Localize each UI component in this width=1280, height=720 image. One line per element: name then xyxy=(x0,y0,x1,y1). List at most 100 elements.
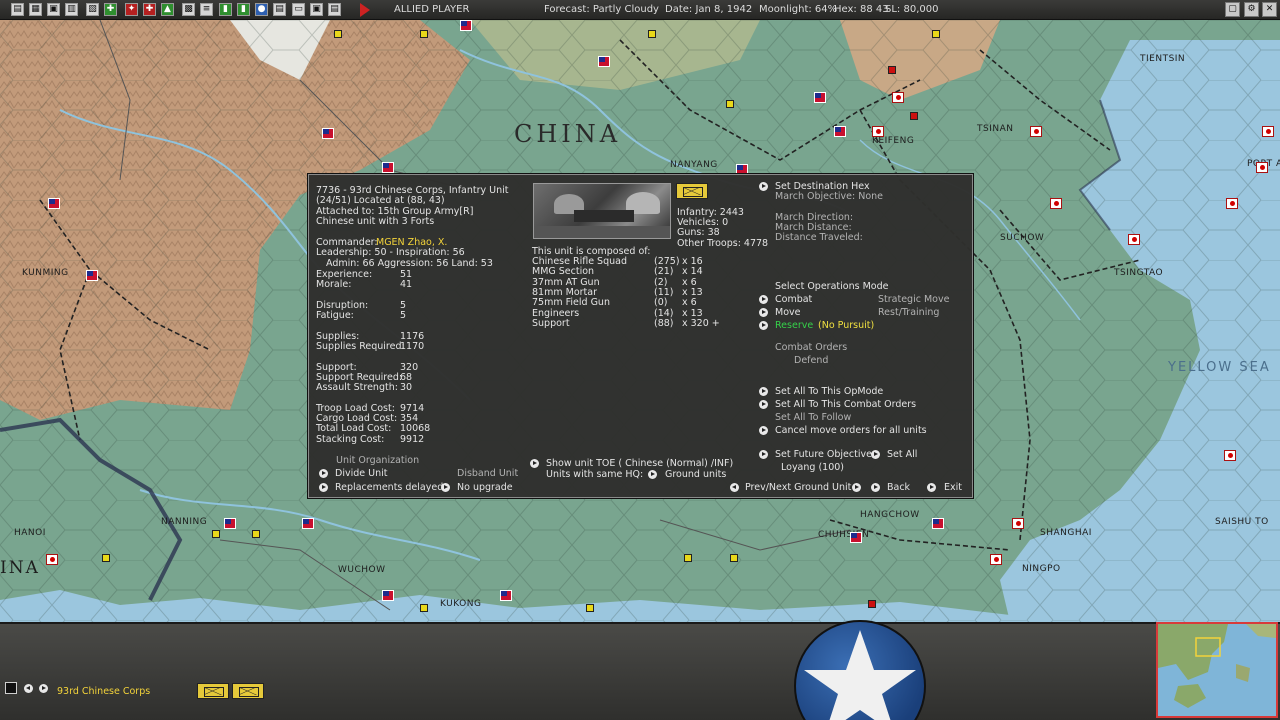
base-marker[interactable] xyxy=(252,530,260,538)
toolbar-button-4[interactable]: ▥ xyxy=(65,3,78,16)
set-all-opmode-button[interactable]: Set All To This OpMode xyxy=(775,386,883,397)
japanese-unit-marker[interactable] xyxy=(1262,126,1274,137)
japanese-unit-marker[interactable] xyxy=(1226,198,1238,209)
chinese-unit-marker[interactable] xyxy=(834,126,846,137)
japanese-unit-marker[interactable] xyxy=(1256,162,1268,173)
japanese-unit-marker[interactable] xyxy=(872,126,884,137)
chinese-unit-marker[interactable] xyxy=(224,518,236,529)
city-nanyang[interactable]: NANYANG xyxy=(670,160,718,170)
set-combat-arrow-icon[interactable] xyxy=(759,400,768,409)
show-toe-arrow-icon[interactable] xyxy=(530,459,539,468)
toolbar-button-17[interactable]: ▣ xyxy=(310,3,323,16)
japanese-unit-marker[interactable] xyxy=(1030,126,1042,137)
set-all-follow-button[interactable]: Set All To Follow xyxy=(775,412,851,423)
strategic-move-button[interactable]: Strategic Move xyxy=(878,294,949,305)
city-suchow[interactable]: SUCHOW xyxy=(1000,233,1044,243)
toolbar-button-11[interactable]: ≡ xyxy=(200,3,213,16)
toolbar-button-2[interactable]: ▦ xyxy=(29,3,42,16)
base-marker[interactable] xyxy=(726,100,734,108)
chinese-unit-marker[interactable] xyxy=(382,162,394,173)
set-opmode-arrow-icon[interactable] xyxy=(759,387,768,396)
chinese-unit-marker[interactable] xyxy=(814,92,826,103)
japanese-unit-marker[interactable] xyxy=(1128,234,1140,245)
toolbar-button-1[interactable]: ▤ xyxy=(11,3,24,16)
replacements-arrow-icon[interactable] xyxy=(319,483,328,492)
japanese-unit-marker[interactable] xyxy=(1224,450,1236,461)
divide-arrow-icon[interactable] xyxy=(319,469,328,478)
chinese-unit-marker[interactable] xyxy=(598,56,610,67)
base-marker[interactable] xyxy=(648,30,656,38)
japanese-unit-marker[interactable] xyxy=(46,554,58,565)
chinese-unit-marker[interactable] xyxy=(500,590,512,601)
city-kunming[interactable]: KUNMING xyxy=(22,268,69,278)
base-marker[interactable] xyxy=(212,530,220,538)
toolbar-button-8[interactable]: ✚ xyxy=(143,3,156,16)
prev-unit-arrow-icon[interactable] xyxy=(730,483,739,492)
chinese-unit-marker[interactable] xyxy=(850,532,862,543)
toolbar-button-3[interactable]: ▣ xyxy=(47,3,60,16)
minimize-button[interactable]: ▢ xyxy=(1225,2,1240,17)
upgrade-arrow-icon[interactable] xyxy=(441,483,450,492)
next-unit-icon[interactable] xyxy=(39,684,48,693)
back-button[interactable]: Back xyxy=(887,482,910,493)
toolbar-button-16[interactable]: ▭ xyxy=(292,3,305,16)
set-future-objective-button[interactable]: Set Future Objective xyxy=(775,449,872,460)
chinese-unit-marker[interactable] xyxy=(932,518,944,529)
city-wuchow[interactable]: WUCHOW xyxy=(338,565,386,575)
minimap[interactable] xyxy=(1156,622,1278,718)
composition-name[interactable]: 75mm Field Gun xyxy=(532,297,610,308)
japanese-unit-marker[interactable] xyxy=(990,554,1002,565)
chinese-unit-marker[interactable] xyxy=(460,20,472,31)
set-all-arrow-icon[interactable] xyxy=(871,450,880,459)
end-turn-play-icon[interactable] xyxy=(360,3,370,17)
city-kukong[interactable]: KUKONG xyxy=(440,599,481,609)
chinese-unit-marker[interactable] xyxy=(48,198,60,209)
base-marker[interactable] xyxy=(730,554,738,562)
city-ningpo[interactable]: NINGPO xyxy=(1022,564,1061,574)
combat-mode-button[interactable]: Combat xyxy=(775,294,812,305)
back-arrow-icon[interactable] xyxy=(871,483,880,492)
base-marker[interactable] xyxy=(586,604,594,612)
city-hanoi[interactable]: HANOI xyxy=(14,528,46,538)
airfield-marker[interactable] xyxy=(910,112,918,120)
defend-order[interactable]: Defend xyxy=(794,355,828,366)
chinese-unit-marker[interactable] xyxy=(322,128,334,139)
set-all-button[interactable]: Set All xyxy=(887,449,917,460)
airfield-marker[interactable] xyxy=(888,66,896,74)
unit-counter-icon[interactable] xyxy=(197,683,229,699)
toolbar-button-5[interactable]: ▧ xyxy=(86,3,99,16)
selected-unit-name[interactable]: 93rd Chinese Corps xyxy=(57,686,150,697)
toolbar-button-9[interactable]: ▲ xyxy=(161,3,174,16)
upgrade-button[interactable]: No upgrade xyxy=(457,482,513,493)
city-shanghai[interactable]: SHANGHAI xyxy=(1040,528,1092,538)
unit-list-toggle-button[interactable] xyxy=(5,682,17,694)
unit-counter-icon[interactable] xyxy=(232,683,264,699)
base-marker[interactable] xyxy=(932,30,940,38)
toolbar-button-18[interactable]: ▤ xyxy=(328,3,341,16)
set-all-combat-button[interactable]: Set All To This Combat Orders xyxy=(775,399,916,410)
reserve-mode-button[interactable]: Reserve xyxy=(775,320,813,331)
disband-unit-button[interactable]: Disband Unit xyxy=(457,468,518,479)
toolbar-button-10[interactable]: ▩ xyxy=(182,3,195,16)
toolbar-button-6[interactable]: ✚ xyxy=(104,3,117,16)
base-marker[interactable] xyxy=(420,604,428,612)
toolbar-button-7[interactable]: ✦ xyxy=(125,3,138,16)
city-tientsin[interactable]: TIENTSIN xyxy=(1140,54,1185,64)
ground-units-arrow-icon[interactable] xyxy=(648,470,657,479)
toolbar-button-12[interactable]: ▮ xyxy=(219,3,232,16)
show-toe-button[interactable]: Show unit TOE ( Chinese (Normal) /INF) xyxy=(546,458,733,469)
cancel-move-arrow-icon[interactable] xyxy=(759,426,768,435)
base-marker[interactable] xyxy=(684,554,692,562)
combat-arrow-icon[interactable] xyxy=(759,295,768,304)
base-marker[interactable] xyxy=(420,30,428,38)
move-arrow-icon[interactable] xyxy=(759,308,768,317)
chinese-unit-marker[interactable] xyxy=(382,590,394,601)
chinese-unit-marker[interactable] xyxy=(302,518,314,529)
settings-button[interactable]: ⚙ xyxy=(1244,2,1259,17)
city-keifeng[interactable]: KEIFENG xyxy=(872,136,914,146)
replacements-button[interactable]: Replacements delayed xyxy=(335,482,443,493)
japanese-unit-marker[interactable] xyxy=(892,92,904,103)
japanese-unit-marker[interactable] xyxy=(1050,198,1062,209)
chinese-unit-marker[interactable] xyxy=(86,270,98,281)
exit-button[interactable]: Exit xyxy=(944,482,962,493)
